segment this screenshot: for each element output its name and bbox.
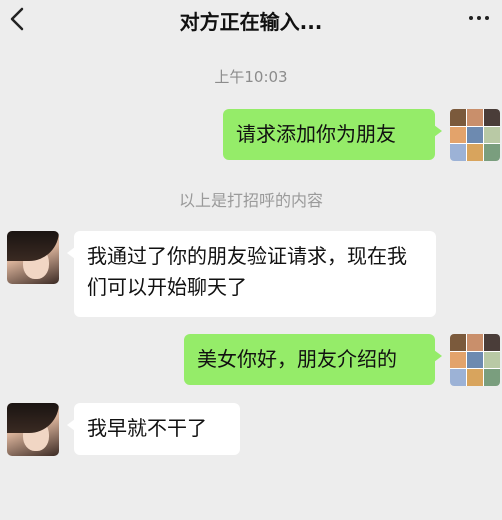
incoming-message[interactable]: 我通过了你的朋友验证请求，现在我们可以开始聊天了 — [67, 231, 436, 317]
more-button[interactable] — [464, 6, 494, 30]
self-avatar[interactable] — [450, 109, 500, 161]
outgoing-message[interactable]: 请求添加你为朋友 — [223, 109, 442, 160]
more-horizontal-icon — [477, 16, 481, 20]
contact-avatar[interactable] — [7, 403, 59, 456]
self-avatar[interactable] — [450, 334, 500, 386]
top-bar: 对方正在输入... — [0, 0, 502, 40]
more-horizontal-icon — [485, 16, 489, 20]
greeting-note: 以上是打招呼的内容 — [178, 191, 323, 210]
contact-avatar[interactable] — [7, 231, 59, 284]
incoming-message[interactable]: 我早就不干了 — [67, 403, 240, 455]
chat-title: 对方正在输入... — [179, 10, 323, 34]
outgoing-message[interactable]: 美女你好，朋友介绍的 — [184, 334, 442, 385]
message-timestamp: 上午10:03 — [214, 68, 288, 86]
more-horizontal-icon — [469, 16, 473, 20]
